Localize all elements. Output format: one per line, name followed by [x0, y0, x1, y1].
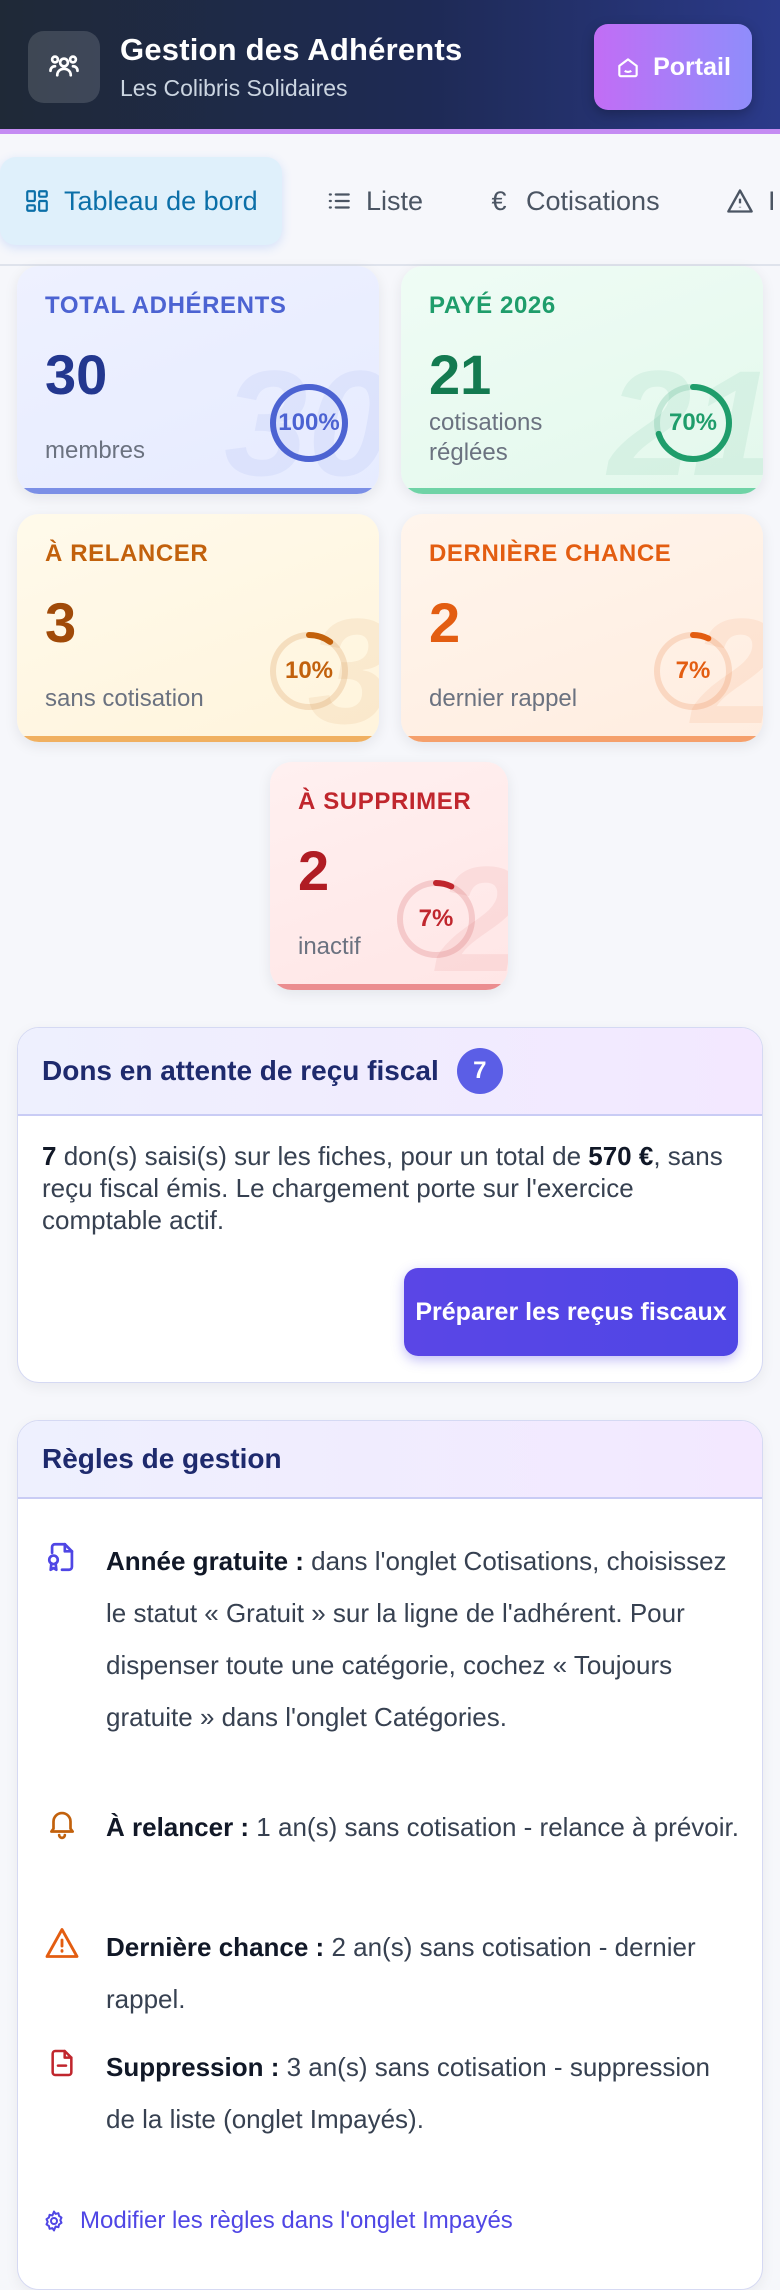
card-label: sans cotisation	[45, 685, 204, 712]
stat-card-total[interactable]: 30 TOTAL ADHÉRENTS 30 membres 100%	[17, 266, 379, 494]
card-accent-bar	[17, 736, 379, 742]
dashboard-icon	[26, 190, 48, 212]
rule-label: Année gratuite :	[106, 1546, 304, 1576]
stat-card-delete[interactable]: 2 À SUPPRIMER 2 inactif 7%	[270, 762, 508, 990]
bell-icon	[42, 1803, 82, 1843]
rules-panel-header: Règles de gestion	[18, 1421, 762, 1499]
donations-panel: Dons en attente de reçu fiscal 7 7 don(s…	[17, 1027, 763, 1383]
card-title: DERNIÈRE CHANCE	[429, 540, 672, 567]
stat-card-last-chance[interactable]: 2 DERNIÈRE CHANCE 2 dernier rappel 7%	[401, 514, 763, 742]
card-value: 2	[298, 839, 330, 902]
donations-description: 7 don(s) saisi(s) sur les fiches, pour u…	[42, 1140, 742, 1236]
donations-text-part: don(s) saisi(s) sur les fiches, pour un …	[56, 1141, 589, 1171]
donations-amount: 570 €	[588, 1141, 654, 1171]
app-title: Gestion des Adhérents	[120, 32, 463, 67]
edit-rules-link[interactable]: Modifier les règles dans l'onglet Impayé…	[42, 2207, 513, 2235]
progress-percent: 100%	[278, 409, 340, 436]
tab-impayes-label: I	[768, 185, 776, 216]
portal-button-label: Portail	[653, 52, 731, 81]
rule-label: Suppression :	[106, 2052, 280, 2082]
rules-panel: Règles de gestion Année gratuite : dans …	[17, 1420, 763, 2290]
rule-text: Dernière chance : 2 an(s) sans cotisatio…	[106, 1921, 742, 2025]
donations-count: 7	[42, 1141, 57, 1171]
users-group-icon	[28, 31, 100, 103]
card-value: 3	[45, 591, 77, 654]
warning-icon	[727, 189, 753, 213]
list-icon	[328, 193, 350, 209]
card-title: À SUPPRIMER	[298, 788, 472, 815]
donations-title: Dons en attente de reçu fiscal	[42, 1055, 439, 1086]
home-icon	[618, 58, 638, 78]
card-title: À RELANCER	[45, 540, 209, 567]
rules-title: Règles de gestion	[42, 1443, 282, 1474]
tab-list-label: Liste	[366, 185, 424, 216]
rule-item: À relancer : 1 an(s) sans cotisation - r…	[42, 1801, 742, 1905]
stat-card-remind[interactable]: 3 À RELANCER 3 sans cotisation 10%	[17, 514, 379, 742]
rule-item: Année gratuite : dans l'onglet Cotisatio…	[42, 1535, 742, 1795]
progress-percent: 7%	[418, 905, 454, 932]
rule-text: À relancer : 1 an(s) sans cotisation - r…	[106, 1801, 742, 1853]
rule-description: 1 an(s) sans cotisation - relance à prév…	[249, 1812, 739, 1842]
progress-percent: 10%	[284, 657, 334, 684]
tab-dashboard[interactable]: Tableau de bord	[0, 157, 282, 245]
tab-list[interactable]: Liste	[326, 157, 423, 245]
badge-document-icon	[42, 1537, 82, 1577]
progress-percent: 70%	[668, 409, 718, 436]
gear-icon	[45, 2210, 63, 2232]
rule-label: Dernière chance :	[106, 1932, 325, 1962]
card-label: membres	[45, 437, 146, 464]
card-accent-bar	[17, 488, 379, 494]
rule-item: Dernière chance : 2 an(s) sans cotisatio…	[42, 1921, 742, 2025]
card-value: 2	[429, 591, 461, 654]
rule-label: À relancer :	[106, 1812, 250, 1842]
card-accent-bar	[401, 488, 763, 494]
progress-percent: 7%	[675, 657, 711, 684]
card-title: TOTAL ADHÉRENTS	[45, 292, 287, 319]
portal-button[interactable]: Portail	[594, 24, 752, 110]
donations-panel-header: Dons en attente de reçu fiscal 7	[18, 1028, 762, 1116]
stat-card-paid[interactable]: 21 PAYÉ 2026 21 cotisations réglées 70%	[401, 266, 763, 494]
card-title: PAYÉ 2026	[429, 292, 556, 319]
app-header: Gestion des Adhérents Les Colibris Solid…	[0, 0, 780, 134]
card-accent-bar	[401, 736, 763, 742]
app-subtitle: Les Colibris Solidaires	[120, 75, 348, 101]
tab-bar: Tableau de bord Liste € Cotisations I	[0, 139, 780, 266]
card-label: cotisations réglées	[429, 409, 543, 466]
tab-dashboard-label: Tableau de bord	[64, 185, 258, 216]
rule-item: Suppression : 3 an(s) sans cotisation - …	[42, 2041, 742, 2145]
card-label: dernier rappel	[429, 685, 578, 712]
euro-icon: €	[491, 185, 507, 216]
tab-cotisations-label: Cotisations	[526, 185, 660, 216]
tab-impayes[interactable]: I	[726, 157, 776, 245]
prepare-receipts-button[interactable]: Préparer les reçus fiscaux	[404, 1268, 738, 1356]
rule-text: Suppression : 3 an(s) sans cotisation - …	[106, 2041, 742, 2145]
card-accent-bar	[270, 984, 508, 990]
donations-count-badge: 7	[456, 1048, 503, 1094]
card-value: 21	[429, 343, 492, 406]
rule-text: Année gratuite : dans l'onglet Cotisatio…	[106, 1535, 742, 1743]
card-value: 30	[45, 343, 108, 406]
tab-cotisations[interactable]: € Cotisations	[486, 157, 660, 245]
warning-icon	[42, 1923, 82, 1963]
edit-rules-link-label: Modifier les règles dans l'onglet Impayé…	[80, 2207, 513, 2234]
file-minus-icon	[42, 2043, 82, 2083]
